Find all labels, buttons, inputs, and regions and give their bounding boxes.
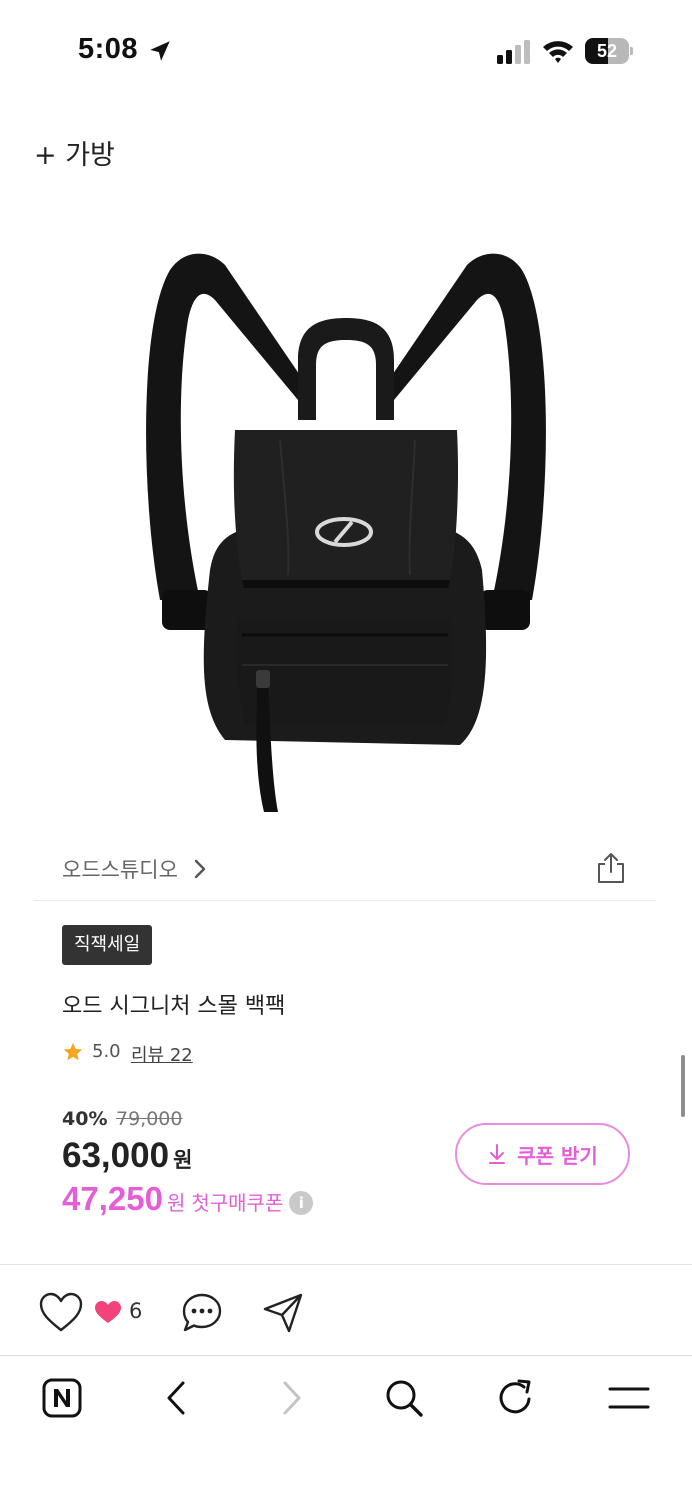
battery-level: 52: [596, 41, 618, 61]
status-bar: 5:08 52: [0, 0, 692, 100]
sale-price: 63,000: [62, 1136, 170, 1175]
coupon-price: 47,250: [62, 1180, 163, 1217]
divider: [34, 900, 656, 901]
info-icon[interactable]: i: [289, 1191, 314, 1215]
wifi-icon: [543, 41, 573, 63]
brand-row[interactable]: 오드스튜디오: [62, 852, 632, 886]
heart-filled-icon: [95, 1301, 121, 1323]
signal-icon: [497, 40, 530, 64]
back-icon[interactable]: [161, 1378, 191, 1418]
search-icon[interactable]: [383, 1377, 425, 1419]
original-price: 79,000: [116, 1108, 183, 1130]
product-title: 오드 시그니처 스몰 백팩: [62, 994, 286, 1019]
share-icon[interactable]: [596, 852, 626, 884]
comment-icon[interactable]: [180, 1291, 224, 1335]
sale-price-row: 63,000 원: [62, 1136, 192, 1180]
divider: [0, 1355, 692, 1356]
refresh-icon[interactable]: [496, 1377, 536, 1419]
scrollbar[interactable]: [681, 1055, 685, 1117]
review-link[interactable]: 리뷰 22: [131, 1041, 193, 1067]
rating-value: 5.0: [92, 1041, 121, 1062]
forward-icon[interactable]: [277, 1378, 307, 1418]
send-icon[interactable]: [262, 1292, 304, 1334]
category-link[interactable]: + 가방: [34, 133, 115, 172]
sale-price-unit: 원: [173, 1148, 193, 1172]
heart-outline-icon[interactable]: [38, 1291, 84, 1333]
coupon-price-row: 47,250 원 첫구매쿠폰 i: [62, 1180, 314, 1220]
battery-icon: 52: [585, 38, 633, 64]
sale-badge: 직잭세일: [62, 925, 153, 965]
discount-rate: 40%: [62, 1108, 108, 1130]
chevron-right-icon: [194, 859, 206, 879]
like-count: 6: [129, 1299, 143, 1323]
coupon-price-unit: 원: [166, 1191, 186, 1215]
coupon-label: 첫구매쿠폰: [191, 1191, 284, 1215]
naver-n-icon[interactable]: [42, 1378, 82, 1418]
location-arrow-icon: [150, 41, 170, 61]
status-time: 5:08: [78, 33, 139, 65]
coupon-download-button[interactable]: 쿠폰 받기: [455, 1123, 630, 1185]
product-image[interactable]: [130, 240, 562, 820]
star-icon: [63, 1042, 83, 1061]
download-icon: [489, 1144, 506, 1164]
coupon-button-label: 쿠폰 받기: [517, 1143, 598, 1168]
brand-name[interactable]: 오드스튜디오: [62, 854, 178, 884]
menu-icon[interactable]: [608, 1383, 650, 1413]
divider: [0, 1264, 692, 1265]
